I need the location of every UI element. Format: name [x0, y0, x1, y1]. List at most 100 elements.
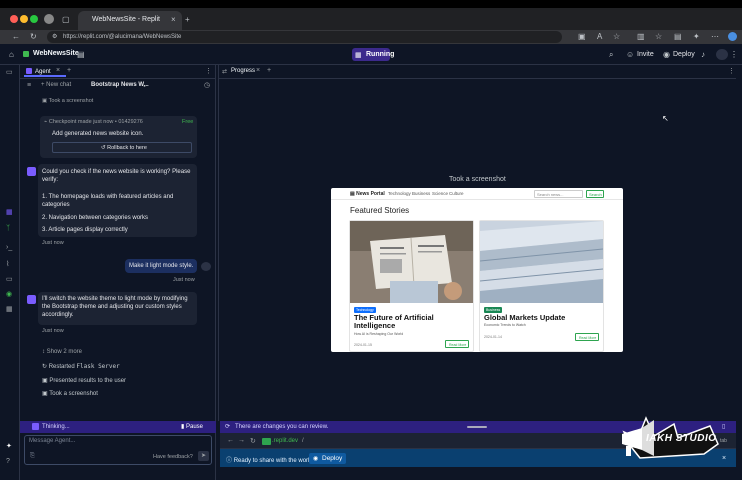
restarted-action: ↻ Restarted Flask Server [42, 363, 120, 370]
progress-tab-label: Progress [231, 68, 256, 74]
extensions-icon[interactable]: ✦ [693, 32, 700, 42]
show-more-button[interactable]: ↕ Show 2 more [42, 349, 82, 355]
presented-label: Presented results to the user [49, 378, 127, 384]
tab-list-icon[interactable]: ▢ [62, 15, 70, 25]
chat-refresh-icon[interactable]: ◷ [204, 81, 210, 89]
project-info-icon[interactable]: ▤ [77, 50, 85, 60]
agent-message-1-item-2: 2. Navigation between categories works [42, 215, 149, 221]
webview-reload-icon[interactable]: ↻ [250, 437, 256, 445]
watermark-text: IAKH STUDIO [646, 433, 717, 444]
invite-user-icon: ☺ [626, 50, 635, 59]
preview-card-2-image [480, 221, 603, 303]
agent-message-1-item-1: 1. The homepage loads with featured arti… [42, 194, 174, 208]
ready-message: ⓘ Ready to share with the world? [226, 455, 316, 464]
restarted-workflow: Flask Server [76, 363, 120, 370]
agent-tab-more-icon[interactable]: ⋮ [205, 67, 212, 75]
webview-icon[interactable]: ▭ [6, 276, 13, 284]
new-chat-button[interactable]: + New chat [41, 82, 71, 88]
rollback-button[interactable]: ↺ Rollback to here [52, 142, 192, 153]
address-bar[interactable]: https://replit.com/@alucimana/WebNewsSit… [47, 31, 562, 43]
chat-title-chevron-icon[interactable]: ⌄ [142, 82, 147, 89]
header-more-icon[interactable]: ⋮ [730, 50, 738, 60]
webview-back-icon[interactable]: ← [227, 437, 234, 444]
preview-card-1-read-more: Read More [445, 340, 469, 348]
back-icon[interactable]: ← [12, 32, 20, 42]
pause-button[interactable]: ▮ Pause [181, 423, 203, 430]
shell-icon[interactable]: ⌇ [6, 261, 9, 269]
add-tab-icon[interactable]: + [67, 67, 71, 74]
window-minimize-button[interactable] [20, 15, 28, 23]
pane-more-icon[interactable]: ⋮ [728, 67, 735, 75]
send-icon[interactable]: ➤ [198, 451, 209, 461]
close-agent-tab-icon[interactable]: × [56, 67, 60, 74]
webview-url[interactable]: .replit.dev [272, 438, 298, 444]
site-info-icon[interactable]: ⚙ [52, 32, 57, 42]
window-close-button[interactable] [10, 15, 18, 23]
browser-menu-icon[interactable]: ⋯ [711, 32, 719, 42]
checkpoint-hash: • 01429276 [114, 119, 143, 125]
browser-top-edge [0, 0, 742, 8]
collections-icon[interactable]: ▤ [674, 32, 682, 42]
show-more-label: Show 2 more [46, 349, 83, 355]
browser-tab[interactable]: WebNewsSite - Replit [78, 11, 182, 30]
bookmark-star-icon[interactable]: ☆ [613, 32, 620, 42]
deployments-icon[interactable]: ◉ [6, 291, 12, 299]
home-icon[interactable]: ⌂ [9, 50, 14, 60]
checkpoint-icon: ⌁ [44, 119, 48, 125]
screen: ▢ WebNewsSite - Replit × + ← ↻ https://r… [0, 0, 742, 480]
agent-tool-icon[interactable]: ▦ [6, 209, 13, 217]
reload-icon[interactable]: ↻ [30, 32, 37, 42]
notifications-bell-icon[interactable]: ♪ [701, 50, 705, 60]
invite-button[interactable]: Invite [637, 51, 654, 58]
attach-icon[interactable]: ⎘ [30, 453, 35, 460]
search-icon[interactable]: ⌕ [609, 50, 613, 60]
progress-tab-strip [218, 65, 736, 79]
deploy-button-label: Deploy [322, 455, 343, 462]
preview-brand-label: News Portal [356, 191, 385, 197]
agent-message-2-text: I'll switch the website theme to light m… [42, 296, 188, 318]
camera-icon: ▣ [42, 98, 48, 104]
profile-avatar[interactable] [44, 14, 54, 24]
deploy-button-header[interactable]: Deploy [673, 51, 695, 58]
close-tab-icon[interactable]: × [171, 15, 176, 25]
install-app-icon[interactable]: ▣ [578, 32, 586, 42]
agent-message-1-time: Just now [42, 240, 64, 246]
mouse-cursor: ↖ [662, 114, 669, 123]
history-icon[interactable]: ≡ [27, 82, 31, 89]
checkpoint-description: Add generated news website icon. [52, 131, 144, 137]
project-name[interactable]: WebNewsSite [33, 50, 79, 57]
progress-screenshot-label: Took a screenshot [449, 176, 506, 183]
composer-placeholder: Message Agent... [29, 438, 76, 444]
feedback-link[interactable]: Have feedback? [153, 454, 193, 460]
agent-message-1-intro: Could you check if the news website is w… [42, 169, 191, 183]
close-progress-tab-icon[interactable]: × [256, 67, 260, 74]
user-avatar[interactable] [716, 49, 728, 60]
address-text: https://replit.com/@alucimana/WebNewsSit… [63, 34, 182, 40]
new-tool-icon[interactable]: ✦ [6, 443, 12, 451]
files-icon[interactable]: ▭ [6, 69, 13, 77]
sidebar-icon[interactable]: ▥ [637, 32, 645, 42]
agent-message-2-time: Just now [42, 328, 64, 334]
thinking-agent-icon [32, 423, 39, 430]
preview-card-2-date: 2024-01-14 [484, 335, 502, 339]
new-tab-icon[interactable]: + [185, 15, 190, 25]
copilot-icon[interactable] [728, 32, 737, 41]
panel-resize-handle[interactable] [467, 426, 487, 428]
help-icon[interactable]: ? [6, 458, 10, 466]
presented-icon: ▣ [42, 378, 48, 384]
rollback-label: Rollback to here [107, 145, 147, 151]
agent-avatar [27, 167, 36, 176]
console-icon[interactable]: ›_ [6, 244, 12, 252]
window-maximize-button[interactable] [30, 15, 38, 23]
webview-forward-icon[interactable]: → [238, 437, 245, 444]
all-tools-icon[interactable]: ▦ [6, 306, 13, 314]
checkpoint-header: ⌁ Checkpoint made just now • 01429276 [44, 119, 143, 125]
translate-icon[interactable]: A [597, 32, 602, 42]
webview-path[interactable]: / [302, 438, 304, 444]
user-message-time: Just now [173, 277, 195, 283]
add-pane-tab-icon[interactable]: + [267, 67, 271, 74]
favorites-icon[interactable]: ☆ [655, 32, 662, 42]
chat-title[interactable]: Bootstrap News W... [91, 82, 149, 88]
user-message-avatar [201, 262, 211, 271]
git-icon[interactable]: ᛉ [6, 225, 10, 233]
